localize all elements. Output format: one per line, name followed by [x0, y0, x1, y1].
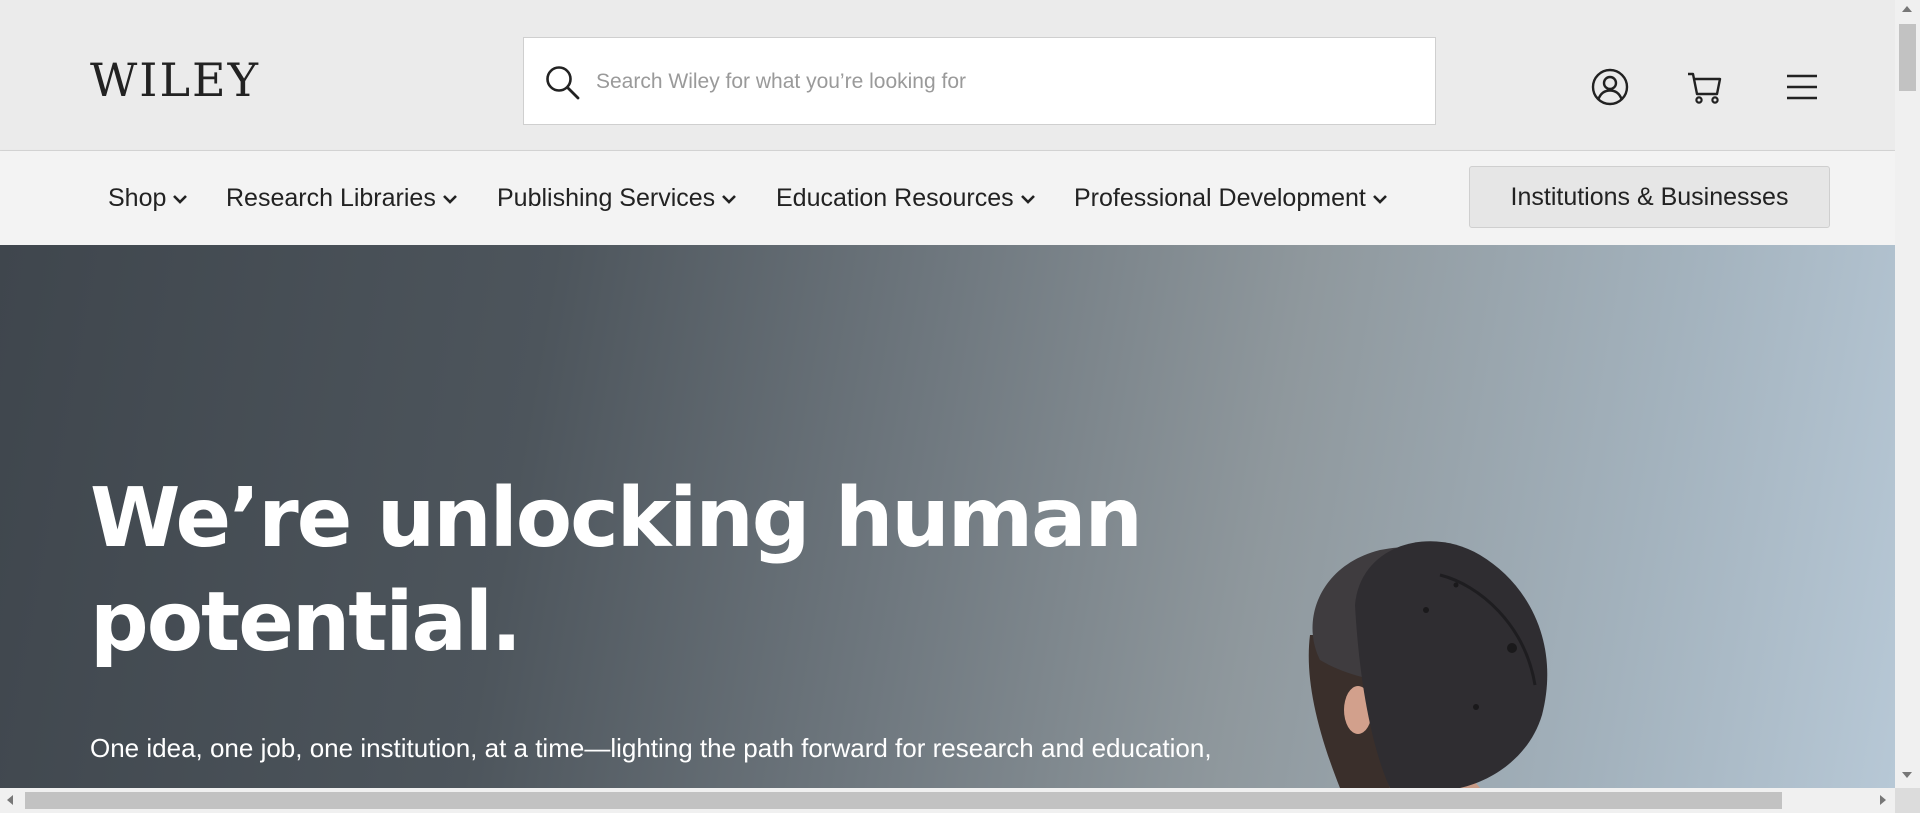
vertical-scrollbar[interactable] [1895, 0, 1920, 788]
nav-item-label: Education Resources [776, 184, 1014, 212]
wiley-logo[interactable]: WILEY [90, 52, 260, 108]
nav-item-label: Shop [108, 184, 167, 212]
hero-subtitle: One idea, one job, one institution, at a… [90, 733, 1212, 763]
search-box[interactable] [523, 37, 1436, 126]
hamburger-menu-icon[interactable] [1781, 66, 1823, 108]
search-input[interactable] [594, 38, 1418, 126]
cart-icon[interactable] [1684, 66, 1726, 108]
nav-item-label: Publishing Services [497, 184, 716, 212]
chevron-down-icon [173, 195, 188, 205]
top-header: WILEY [0, 0, 1895, 151]
hero-title: We’re unlocking human potential. [90, 471, 1143, 670]
scroll-down-arrow-icon[interactable] [1902, 772, 1912, 778]
nav-item-shop[interactable]: Shop [108, 181, 188, 215]
institutions-businesses-button[interactable]: Institutions & Businesses [1469, 166, 1830, 228]
chevron-down-icon [1372, 195, 1387, 205]
page-viewport: WILEY Shop Research [0, 0, 1895, 788]
search-icon[interactable] [544, 64, 582, 102]
scrollbar-corner [1895, 788, 1920, 813]
nav-item-professional-development[interactable]: Professional Development [1074, 181, 1388, 215]
hero-banner: We’re unlocking human potential. One ide… [0, 245, 1895, 788]
chevron-down-icon [442, 195, 457, 205]
nav-item-education-resources[interactable]: Education Resources [776, 181, 1036, 215]
horizontal-scrollbar[interactable] [0, 788, 1895, 813]
scroll-left-arrow-icon[interactable] [7, 795, 13, 805]
nav-item-label: Professional Development [1074, 184, 1366, 212]
main-nav: Shop Research Libraries Publishing Servi… [0, 151, 1895, 245]
scroll-up-arrow-icon[interactable] [1902, 6, 1912, 12]
scroll-right-arrow-icon[interactable] [1880, 795, 1886, 805]
nav-item-label: Research Libraries [226, 184, 436, 212]
chevron-down-icon [1020, 195, 1035, 205]
nav-item-research-libraries[interactable]: Research Libraries [226, 181, 458, 215]
chevron-down-icon [722, 195, 737, 205]
nav-item-publishing-services[interactable]: Publishing Services [497, 181, 737, 215]
horizontal-scroll-thumb[interactable] [25, 792, 1782, 809]
account-icon[interactable] [1589, 66, 1631, 108]
vertical-scroll-thumb[interactable] [1899, 24, 1916, 91]
